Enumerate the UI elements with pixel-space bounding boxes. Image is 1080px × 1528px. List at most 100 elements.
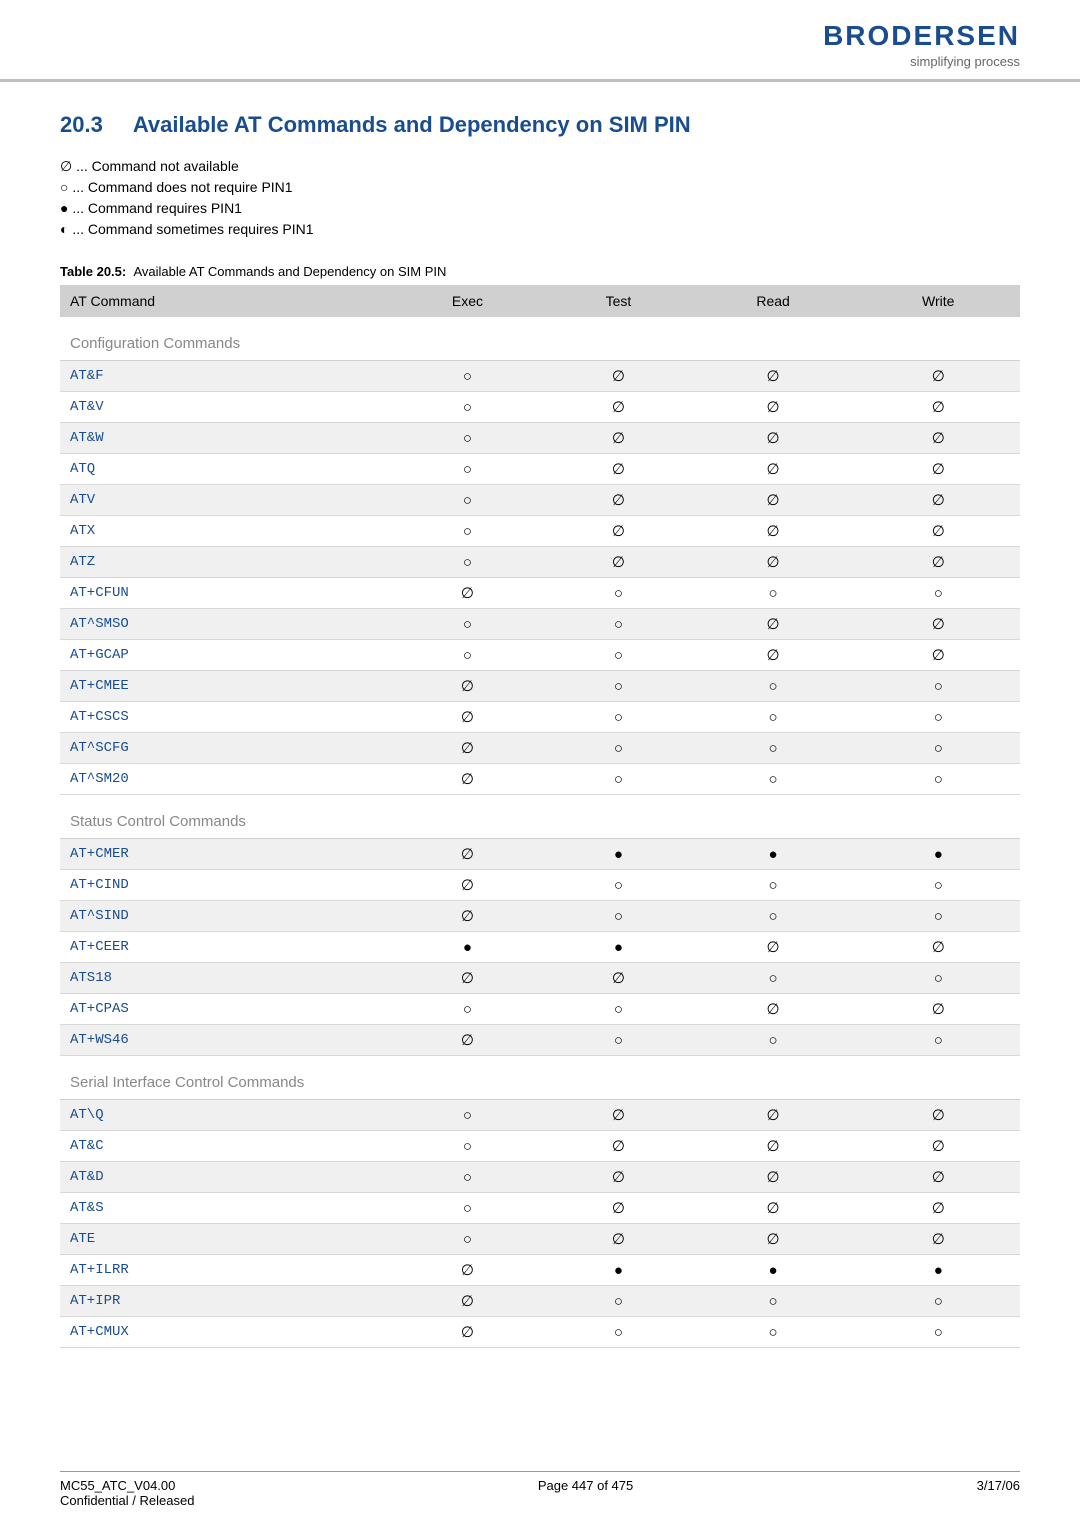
exec-cell: ● (388, 932, 547, 963)
read-cell: ∅ (690, 1100, 857, 1131)
test-cell: ● (547, 839, 690, 870)
cmd-cell[interactable]: AT^SM20 (60, 764, 388, 795)
read-cell: ● (690, 839, 857, 870)
write-cell: ∅ (856, 609, 1020, 640)
read-cell: ○ (690, 702, 857, 733)
cmd-cell[interactable]: AT+IPR (60, 1286, 388, 1317)
table-row: AT&C○∅∅∅ (60, 1131, 1020, 1162)
exec-cell: ∅ (388, 839, 547, 870)
cmd-cell[interactable]: AT+CMUX (60, 1317, 388, 1348)
test-cell: ○ (547, 733, 690, 764)
table-row: AT+CEER●●∅∅ (60, 932, 1020, 963)
cmd-cell[interactable]: AT\Q (60, 1100, 388, 1131)
read-cell: ∅ (690, 423, 857, 454)
exec-cell: ○ (388, 361, 547, 392)
cmd-cell[interactable]: ATS18 (60, 963, 388, 994)
cmd-cell[interactable]: AT&F (60, 361, 388, 392)
read-cell: ∅ (690, 1162, 857, 1193)
write-cell: ○ (856, 764, 1020, 795)
read-cell: ∅ (690, 1193, 857, 1224)
cmd-cell[interactable]: AT&S (60, 1193, 388, 1224)
cmd-cell[interactable]: AT+GCAP (60, 640, 388, 671)
write-cell: ○ (856, 963, 1020, 994)
cmd-cell[interactable]: ATZ (60, 547, 388, 578)
col-test: Test (547, 285, 690, 317)
write-cell: ∅ (856, 932, 1020, 963)
table-row: ATQ○∅∅∅ (60, 454, 1020, 485)
footer-confidential: Confidential / Released (60, 1493, 194, 1508)
cmd-cell[interactable]: AT&V (60, 392, 388, 423)
exec-cell: ∅ (388, 578, 547, 609)
main-content: 20.3Available AT Commands and Dependency… (0, 82, 1080, 1368)
col-at-command: AT Command (60, 285, 388, 317)
read-cell: ○ (690, 764, 857, 795)
cmd-cell[interactable]: ATX (60, 516, 388, 547)
cmd-cell[interactable]: AT&W (60, 423, 388, 454)
write-cell: ∅ (856, 361, 1020, 392)
cmd-cell[interactable]: AT+CEER (60, 932, 388, 963)
test-cell: ∅ (547, 516, 690, 547)
exec-cell: ○ (388, 1162, 547, 1193)
cmd-cell[interactable]: AT+ILRR (60, 1255, 388, 1286)
test-cell: ○ (547, 1025, 690, 1056)
cmd-cell[interactable]: ATE (60, 1224, 388, 1255)
test-cell: ∅ (547, 423, 690, 454)
cmd-cell[interactable]: AT+CFUN (60, 578, 388, 609)
table-row: AT+ILRR∅●●● (60, 1255, 1020, 1286)
table-header-row: AT Command Exec Test Read Write (60, 285, 1020, 317)
test-cell: ● (547, 1255, 690, 1286)
page-footer: MC55_ATC_V04.00 Confidential / Released … (60, 1471, 1020, 1508)
cmd-cell[interactable]: AT^SMSO (60, 609, 388, 640)
cmd-cell[interactable]: AT^SCFG (60, 733, 388, 764)
footer-page: Page 447 of 475 (538, 1478, 633, 1508)
test-cell: ○ (547, 994, 690, 1025)
read-cell: ∅ (690, 547, 857, 578)
write-cell: ○ (856, 870, 1020, 901)
exec-cell: ∅ (388, 733, 547, 764)
table-row: AT&S○∅∅∅ (60, 1193, 1020, 1224)
section-title: Available AT Commands and Dependency on … (133, 112, 691, 137)
cmd-cell[interactable]: AT+CPAS (60, 994, 388, 1025)
cmd-cell[interactable]: AT+CIND (60, 870, 388, 901)
cmd-cell[interactable]: AT&C (60, 1131, 388, 1162)
cmd-cell[interactable]: AT+CMER (60, 839, 388, 870)
write-cell: ∅ (856, 1193, 1020, 1224)
test-cell: ∅ (547, 392, 690, 423)
cmd-cell[interactable]: ATQ (60, 454, 388, 485)
table-row: AT+IPR∅○○○ (60, 1286, 1020, 1317)
table-row: AT+GCAP○○∅∅ (60, 640, 1020, 671)
write-cell: ∅ (856, 994, 1020, 1025)
test-cell: ○ (547, 609, 690, 640)
table-row: AT+CMER∅●●● (60, 839, 1020, 870)
cmd-cell[interactable]: AT+WS46 (60, 1025, 388, 1056)
footer-date: 3/17/06 (977, 1478, 1020, 1508)
test-cell: ○ (547, 578, 690, 609)
commands-table: AT Command Exec Test Read Write Configur… (60, 285, 1020, 1348)
cmd-cell[interactable]: AT^SIND (60, 901, 388, 932)
write-cell: ∅ (856, 516, 1020, 547)
table-section-header: Configuration Commands (60, 317, 1020, 361)
section-title-cell: Configuration Commands (60, 317, 1020, 361)
read-cell: ∅ (690, 392, 857, 423)
exec-cell: ∅ (388, 764, 547, 795)
exec-cell: ○ (388, 454, 547, 485)
read-cell: ∅ (690, 485, 857, 516)
read-cell: ○ (690, 963, 857, 994)
test-cell: ∅ (547, 361, 690, 392)
cmd-cell[interactable]: AT+CMEE (60, 671, 388, 702)
table-row: AT+WS46∅○○○ (60, 1025, 1020, 1056)
write-cell: ○ (856, 901, 1020, 932)
write-cell: ∅ (856, 392, 1020, 423)
cmd-cell[interactable]: AT+CSCS (60, 702, 388, 733)
table-caption: Table 20.5: Available AT Commands and De… (60, 264, 1020, 279)
table-row: AT&W○∅∅∅ (60, 423, 1020, 454)
exec-cell: ○ (388, 516, 547, 547)
table-row: AT&F○∅∅∅ (60, 361, 1020, 392)
test-cell: ○ (547, 671, 690, 702)
logo-tagline: simplifying process (823, 54, 1020, 69)
cmd-cell[interactable]: ATV (60, 485, 388, 516)
test-cell: ∅ (547, 963, 690, 994)
table-row: ATZ○∅∅∅ (60, 547, 1020, 578)
table-caption-label: Table 20.5: (60, 264, 126, 279)
cmd-cell[interactable]: AT&D (60, 1162, 388, 1193)
